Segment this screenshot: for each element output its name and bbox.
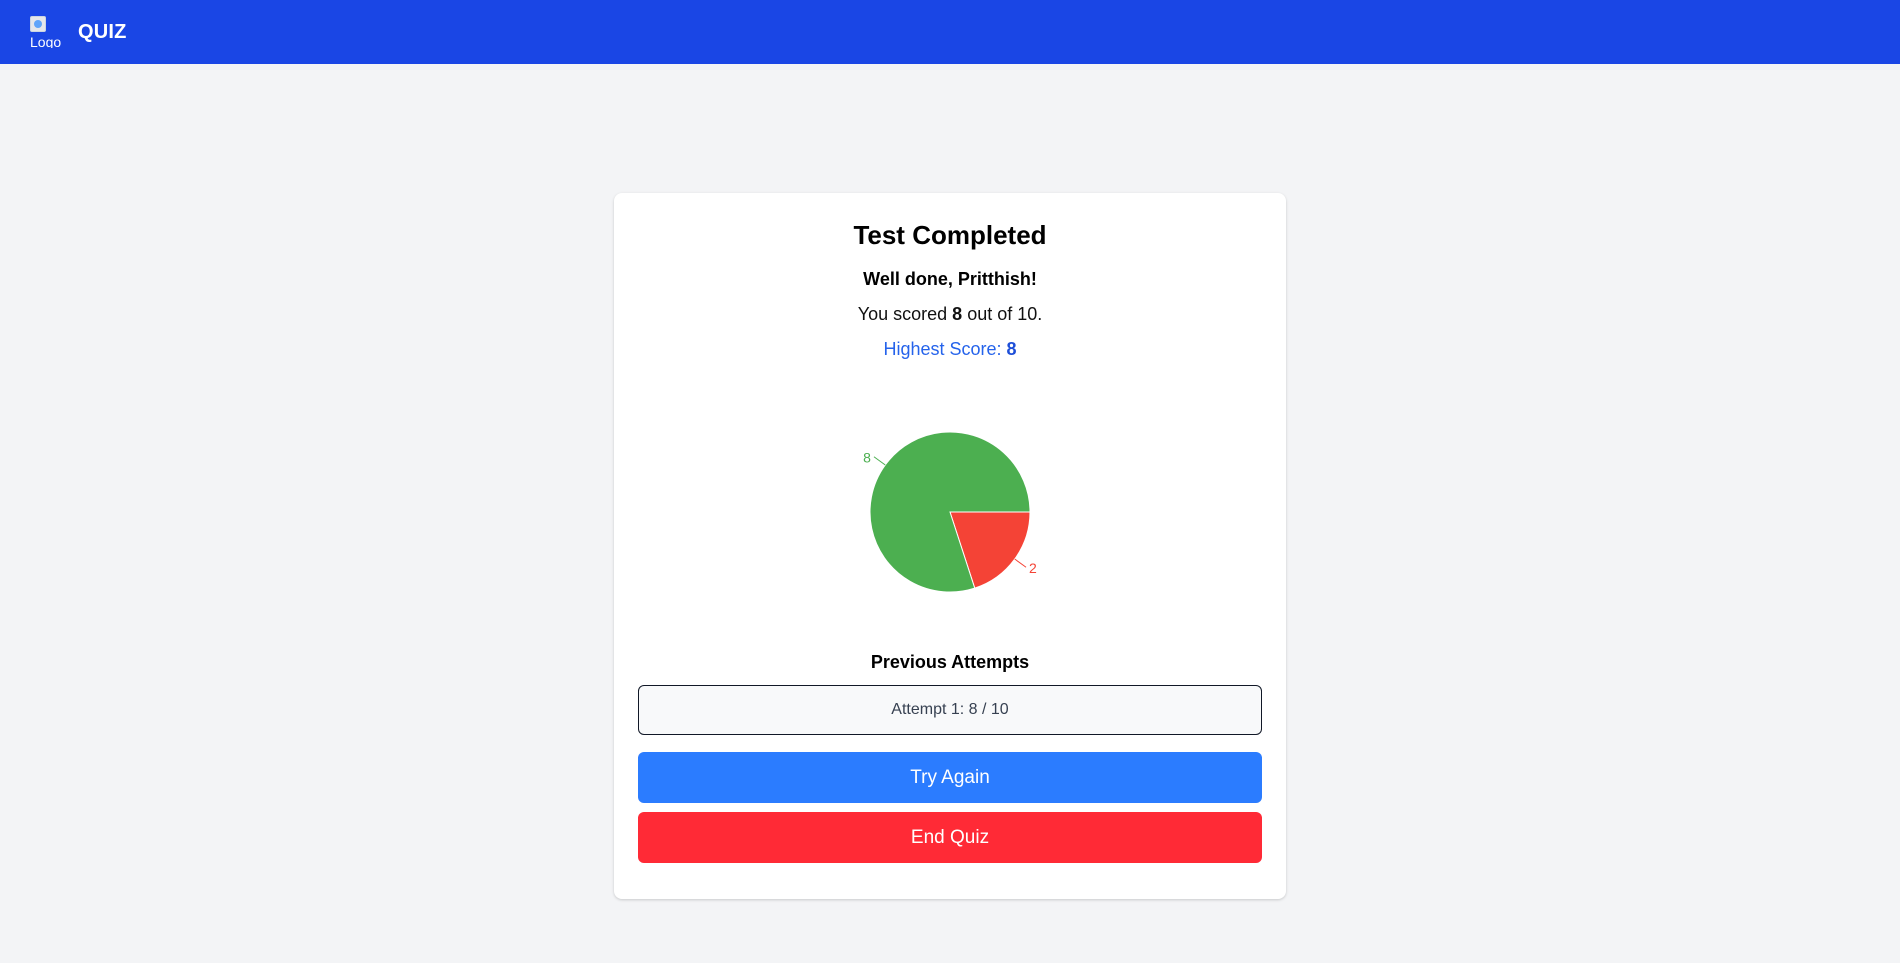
pie-label-line-2 [1014,558,1027,568]
pie-chart-svg: 28 [863,431,1037,593]
score-text: You scored 8 out of 10. [638,304,1262,325]
previous-attempts-heading: Previous Attempts [870,652,1030,672]
end-quiz-button[interactable]: End Quiz [638,812,1262,863]
pie-label-8: 8 [863,449,871,465]
logo-alt-text: Logo [30,34,62,48]
attempts-list: Attempt 1: 8 / 10 [638,685,1262,735]
score-prefix: You scored [857,304,948,324]
score-suffix: out of 10. [967,304,1043,324]
pie-label-line-8 [873,456,886,466]
greeting-text: Well done, Pritthish! [863,269,1037,289]
score-value: 8 [952,304,963,324]
result-card: Test Completed Well done, Pritthish! You… [614,193,1286,899]
page-title: Test Completed [853,220,1047,250]
pie-label-2: 2 [1029,560,1037,576]
try-again-button[interactable]: Try Again [638,752,1262,803]
highest-score-value: 8 [1006,339,1017,359]
score-pie-chart: 28 [638,372,1262,652]
highest-score-text: Highest Score: 8 [638,339,1262,360]
highest-score-label: Highest Score: [883,339,1002,359]
brand-title[interactable]: QUIZ [78,21,127,44]
top-navbar: Logo QUIZ [0,0,1900,64]
attempt-item: Attempt 1: 8 / 10 [638,685,1262,735]
broken-image-icon [30,16,46,32]
logo-image[interactable]: Logo [30,16,62,48]
